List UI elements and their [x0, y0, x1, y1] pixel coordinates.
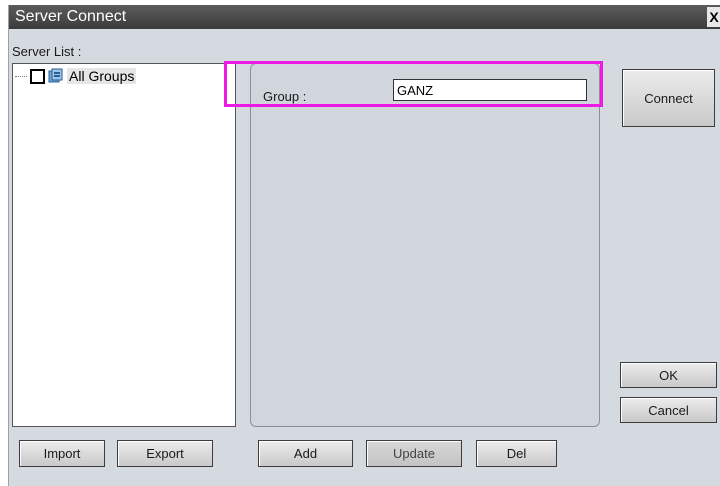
title-bar[interactable]: Server Connect X	[9, 5, 720, 29]
tree-connector	[15, 75, 27, 77]
group-label: Group :	[263, 89, 307, 104]
del-button[interactable]: Del	[476, 440, 557, 467]
connect-button[interactable]: Connect	[622, 69, 715, 127]
import-button[interactable]: Import	[19, 440, 105, 467]
group-folder-icon	[48, 68, 63, 83]
server-list-label: Server List :	[12, 44, 82, 59]
ok-button[interactable]: OK	[620, 362, 717, 388]
close-button[interactable]: X	[707, 7, 720, 27]
window-title: Server Connect	[15, 8, 127, 25]
group-details-panel	[250, 63, 600, 427]
cancel-button[interactable]: Cancel	[620, 397, 717, 423]
tree-item-label: All Groups	[67, 68, 137, 84]
add-button[interactable]: Add	[258, 440, 353, 467]
server-tree[interactable]: All Groups	[12, 63, 236, 427]
export-button[interactable]: Export	[117, 440, 213, 467]
update-button[interactable]: Update	[366, 440, 462, 467]
group-name-input[interactable]	[393, 79, 587, 101]
tree-item-all-groups[interactable]: All Groups	[15, 67, 137, 85]
tree-checkbox[interactable]	[30, 68, 45, 84]
